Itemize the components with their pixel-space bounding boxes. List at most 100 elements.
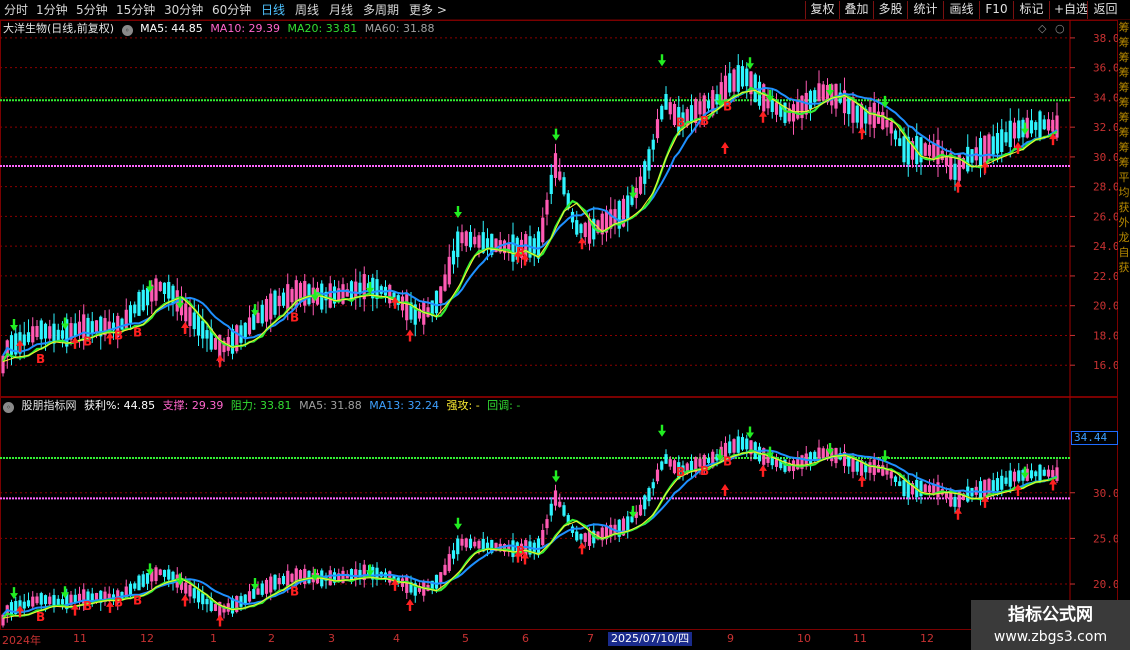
date-tick: 6 <box>522 632 529 645</box>
overlay-button[interactable]: 叠加 <box>839 1 873 19</box>
candle-body <box>354 281 358 299</box>
candle-body <box>286 570 290 588</box>
candle-body <box>196 314 201 336</box>
y-tick-label: 32.00 <box>1093 121 1118 134</box>
buy-mark-label: B <box>83 334 92 348</box>
candle-body <box>1000 129 1004 152</box>
multi-stock-button[interactable]: 多股 <box>873 1 907 19</box>
settings-circle-icon[interactable]: ◦ <box>3 402 14 413</box>
candle-body <box>451 550 456 559</box>
back-button[interactable]: 返回 <box>1087 1 1123 19</box>
f10-button[interactable]: F10 <box>979 1 1013 19</box>
candle-body <box>728 73 732 93</box>
buy-arrow-icon <box>106 332 114 345</box>
candle-body <box>966 146 970 172</box>
candle-body <box>307 284 311 305</box>
diamond-icon[interactable]: ◇ <box>1038 22 1046 35</box>
candle-body <box>987 134 991 161</box>
tab-60min[interactable]: 60分钟 <box>212 2 251 18</box>
chip-distribution-strip[interactable]: 筹筹筹筹筹筹筹筹筹筹平均获外龙自获 <box>1118 20 1130 630</box>
candle-body <box>553 490 558 506</box>
tab-daily[interactable]: 日线 <box>261 2 285 18</box>
candle-body <box>736 436 740 453</box>
y-tick-label: 34.00 <box>1093 91 1118 104</box>
candle-body <box>1012 471 1017 482</box>
candle-body <box>447 554 451 571</box>
tab-1min[interactable]: 1分钟 <box>36 2 68 18</box>
buy-arrow-icon <box>858 474 866 487</box>
tab-weekly[interactable]: 周线 <box>295 2 319 18</box>
candle-body <box>60 599 65 605</box>
adjust-button[interactable]: 复权 <box>805 1 839 19</box>
buy-mark-label: B <box>133 325 142 339</box>
candle-body <box>626 516 630 531</box>
buy-arrow-icon <box>721 484 729 497</box>
candle-body <box>583 222 587 238</box>
strong-attack-value: 强攻: - <box>446 399 480 412</box>
indicator-chart[interactable]: 20.0025.0030.00BBBBBBBBB <box>0 397 1118 630</box>
candle-body <box>145 287 150 306</box>
date-tick: 1 <box>210 632 217 645</box>
main-candlestick-chart[interactable]: 16.00 18.00 20.00 22.00 24.00 26.00 28.00 30.00… <box>0 20 1118 397</box>
candle-body <box>485 238 490 249</box>
candle-body <box>983 135 987 164</box>
stock-name[interactable]: 大洋生物(日线,前复权) <box>3 22 114 35</box>
add-watchlist-button[interactable]: +自选 <box>1049 1 1088 19</box>
chevron-right-icon: > <box>436 3 447 17</box>
tab-15min[interactable]: 15分钟 <box>116 2 155 18</box>
candle-body <box>77 321 82 335</box>
candle-body <box>256 312 260 323</box>
y-tick-label: 16.00 <box>1093 359 1118 372</box>
date-tick: 4 <box>393 632 400 645</box>
buy-mark-label: B <box>36 610 45 624</box>
mark-button[interactable]: 标记 <box>1013 1 1049 19</box>
sell-arrow-icon <box>10 319 18 332</box>
chip-strip-char: 龙 <box>1118 231 1130 244</box>
indicator-name[interactable]: 股朋指标网 <box>22 399 77 412</box>
candle-body <box>205 598 209 605</box>
candle-body <box>303 568 307 585</box>
candle-body <box>281 575 286 585</box>
candle-body <box>1042 119 1046 130</box>
panel-frame <box>0 397 1118 630</box>
tab-timeshare[interactable]: 分时 <box>4 2 28 18</box>
tab-monthly[interactable]: 月线 <box>329 2 353 18</box>
candle-body <box>532 238 536 254</box>
tab-30min[interactable]: 30分钟 <box>164 2 203 18</box>
candle-body <box>995 133 1000 154</box>
candle-body <box>473 236 477 245</box>
sell-arrow-icon <box>658 54 666 67</box>
candle-body <box>643 495 647 510</box>
settings-circle-icon[interactable]: ◦ <box>121 25 133 36</box>
candle-body <box>43 323 48 339</box>
candle-body <box>1000 475 1004 490</box>
candle-body <box>936 139 940 165</box>
tab-more[interactable]: 更多 > <box>409 2 447 18</box>
candle-body <box>889 122 893 134</box>
candle-body <box>277 295 281 307</box>
draw-line-button[interactable]: 画线 <box>943 1 979 19</box>
tab-multi-period[interactable]: 多周期 <box>363 2 399 18</box>
tab-5min[interactable]: 5分钟 <box>76 2 108 18</box>
date-axis: 2024年 11 12 1 2 3 4 5 6 7 9 10 11 12 <box>0 630 1130 650</box>
candle-body <box>808 452 813 464</box>
candle-body <box>583 533 587 542</box>
candle-body <box>137 575 141 591</box>
buy-mark-label: B <box>700 114 709 128</box>
candle-body <box>668 459 672 467</box>
candle-body <box>464 231 468 246</box>
date-tick: 7 <box>587 632 594 645</box>
candle-body <box>456 538 460 555</box>
chip-strip-char: 平 <box>1118 171 1130 184</box>
candle-body <box>35 326 39 337</box>
candle-body <box>9 335 14 355</box>
candle-body <box>732 439 736 453</box>
statistics-button[interactable]: 统计 <box>907 1 943 19</box>
candle-body <box>532 542 536 553</box>
sell-arrow-icon <box>454 517 462 530</box>
candle-body <box>647 149 651 171</box>
chip-strip-char: 均 <box>1118 186 1130 199</box>
candle-body <box>468 538 473 549</box>
candle-body <box>243 594 247 604</box>
close-circle-icon[interactable]: ○ <box>1055 22 1065 35</box>
